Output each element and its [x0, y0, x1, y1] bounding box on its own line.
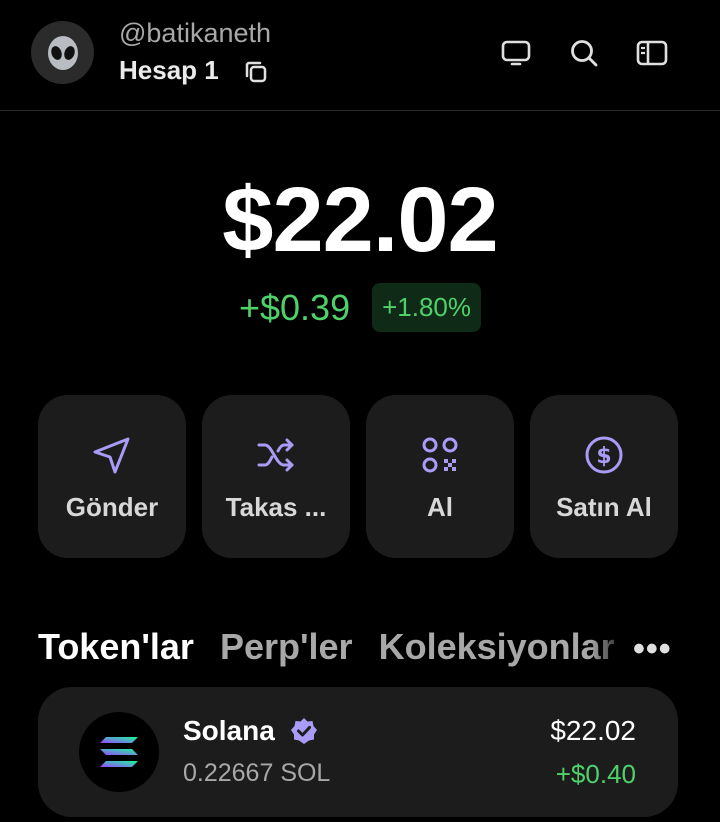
token-value: $22.02: [550, 715, 636, 746]
solana-icon: [79, 712, 159, 792]
monitor-icon[interactable]: [499, 36, 533, 70]
tab-perps[interactable]: Perp'ler: [220, 626, 353, 668]
swap-icon: [257, 438, 294, 472]
username: @batikaneth: [119, 18, 272, 48]
tabs-fade: [590, 620, 630, 680]
send-button[interactable]: Gönder: [38, 395, 186, 558]
more-tabs-button[interactable]: •••: [633, 630, 672, 669]
send-icon: [93, 437, 130, 474]
dollar-icon: $: [585, 436, 623, 474]
balance-change: +$0.39 +1.80%: [0, 283, 720, 332]
avatar[interactable]: [31, 21, 94, 84]
alien-icon: [47, 35, 78, 70]
swap-label: Takas ...: [225, 492, 327, 522]
buy-label: Satın Al: [556, 492, 652, 522]
sidebar-icon[interactable]: [635, 36, 669, 70]
qr-icon: [422, 437, 458, 473]
tab-tokens[interactable]: Token'lar: [38, 626, 194, 668]
send-label: Gönder: [65, 492, 159, 522]
token-name: Solana: [183, 715, 275, 746]
header: @batikaneth Hesap 1: [0, 0, 720, 111]
swap-button[interactable]: Takas ...: [202, 395, 350, 558]
token-change: +$0.40: [555, 759, 636, 789]
account-name[interactable]: Hesap 1: [119, 55, 219, 86]
search-icon[interactable]: [567, 36, 601, 70]
change-amount: +$0.39: [238, 286, 351, 328]
token-amount: 0.22667 SOL: [183, 759, 331, 787]
token-row-solana[interactable]: Solana 0.22667 SOL $22.02 +$0.40: [38, 687, 678, 817]
total-balance: $22.02: [222, 169, 498, 271]
tab-collectibles[interactable]: Koleksiyonlar: [379, 626, 615, 668]
verified-badge-icon: [291, 718, 317, 744]
copy-icon[interactable]: [242, 58, 270, 86]
receive-button[interactable]: Al: [366, 395, 514, 558]
receive-label: Al: [427, 492, 453, 522]
svg-text:$: $: [596, 444, 611, 469]
buy-button[interactable]: $ Satın Al: [530, 395, 678, 558]
action-buttons: Gönder Takas ... Al $ Satın Al: [38, 395, 678, 558]
change-percent-badge: +1.80%: [372, 283, 482, 332]
